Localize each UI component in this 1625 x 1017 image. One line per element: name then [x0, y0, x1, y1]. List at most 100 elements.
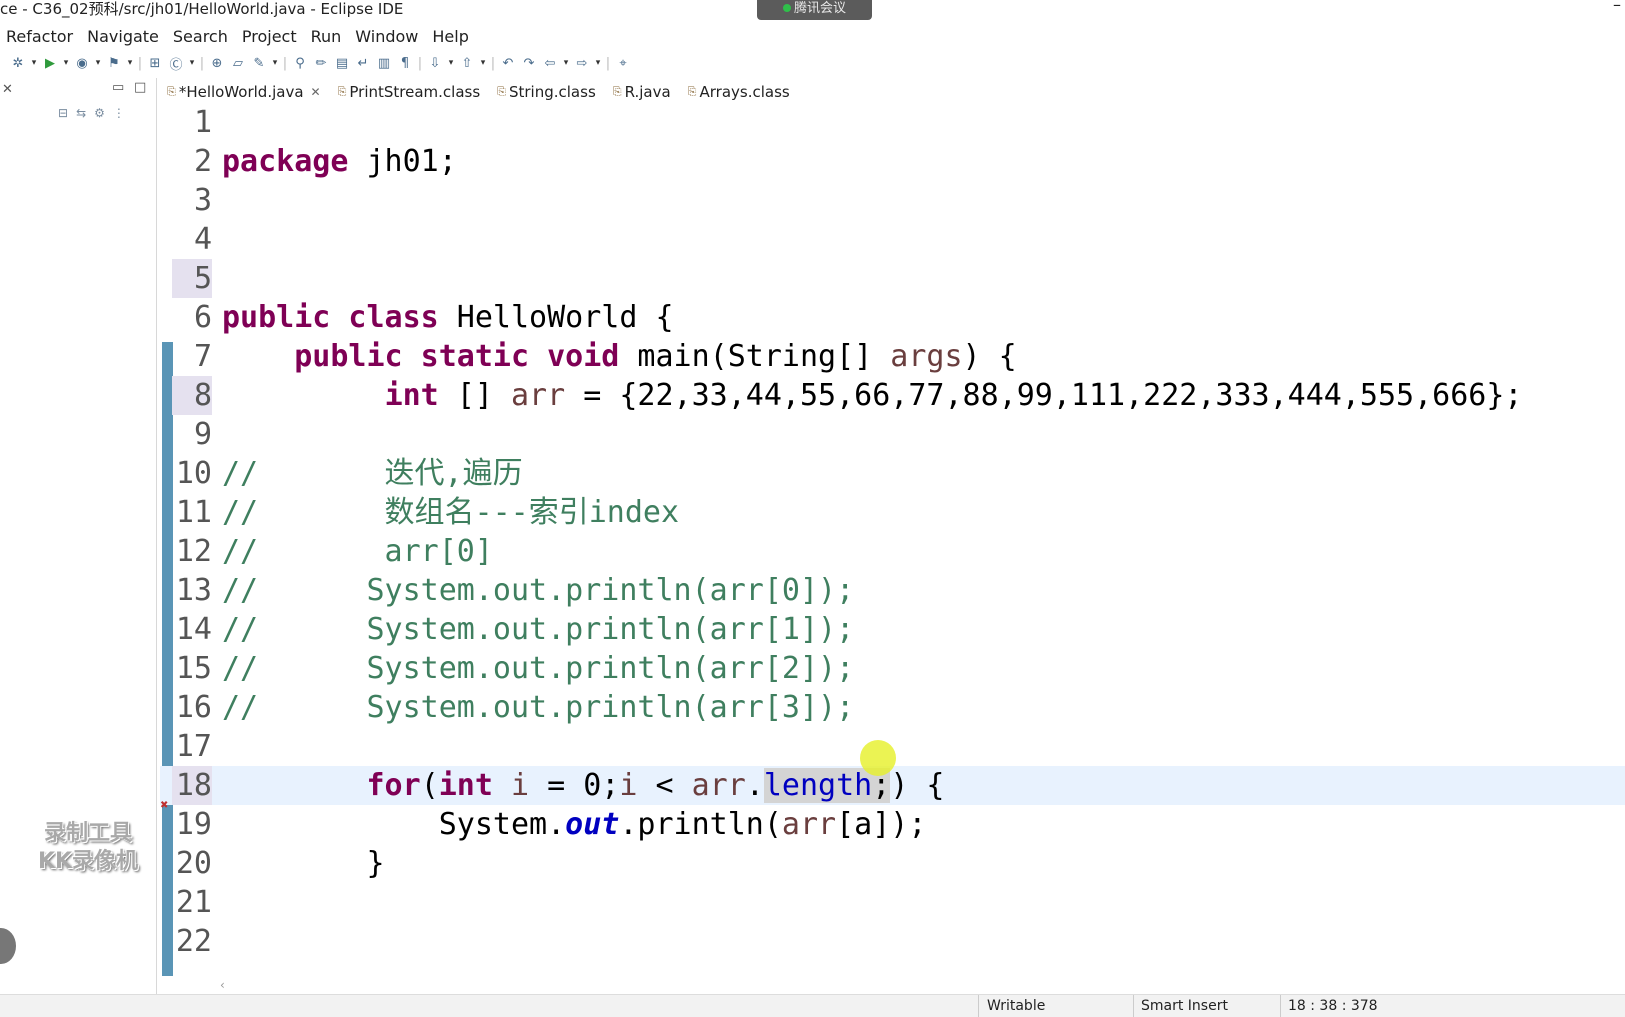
show-whitespace-icon[interactable]: ▥ [374, 53, 394, 73]
editor-tab[interactable]: ⎘ String.class [490, 78, 606, 106]
close-icon[interactable]: ✕ [2, 82, 13, 97]
code-text[interactable]: int [] arr = {22,33,44,55,66,77,88,99,11… [222, 376, 1523, 415]
editor-tab[interactable]: ⎘ PrintStream.class [331, 78, 491, 106]
scroll-handle[interactable] [0, 928, 16, 964]
external-tools-icon[interactable]: ⚑ [104, 53, 124, 73]
code-text[interactable]: for(int i = 0;i < arr.length;) { [222, 766, 945, 805]
minimize-view-icon[interactable]: ▭ [112, 80, 124, 95]
code-editor[interactable]: 1 2 package jh01; 3 4 5 6 public class HelloWor… [160, 106, 1625, 976]
code-text[interactable]: // System.out.println(arr[1]); [222, 610, 854, 649]
code-line[interactable]: 21 [160, 883, 1625, 922]
dropdown-arrow-icon[interactable]: ▾ [93, 53, 103, 73]
error-marker-icon[interactable]: ✖ [160, 800, 170, 811]
menu-search[interactable]: Search [166, 27, 235, 46]
code-line[interactable]: 12 // arr[0] [160, 532, 1625, 571]
maximize-view-icon[interactable]: □ [134, 80, 146, 95]
watermark-line: 录制工具 [43, 821, 132, 846]
code-text[interactable]: // System.out.println(arr[3]); [222, 688, 854, 727]
code-line[interactable]: 16 // System.out.println(arr[3]); [160, 688, 1625, 727]
toggle-block-icon[interactable]: ▤ [332, 53, 352, 73]
prev-annotation-icon[interactable]: ⇧ [457, 53, 477, 73]
code-text[interactable]: // arr[0] [222, 532, 493, 571]
code-line[interactable]: 7 public static void main(String[] args)… [160, 337, 1625, 376]
dropdown-arrow-icon[interactable]: ▾ [270, 53, 280, 73]
code-line[interactable]: 11 // 数组名---索引index [160, 493, 1625, 532]
meeting-indicator[interactable]: 腾讯会议 [757, 0, 872, 20]
new-class-icon[interactable]: Ⓒ [166, 53, 186, 73]
code-line[interactable]: 1 [160, 106, 1625, 142]
dropdown-arrow-icon[interactable]: ▾ [61, 53, 71, 73]
dropdown-arrow-icon[interactable]: ▾ [593, 53, 603, 73]
code-line[interactable]: 6 public class HelloWorld { [160, 298, 1625, 337]
code-text[interactable]: // 迭代,遍历 [222, 454, 523, 493]
coverage-icon[interactable]: ◉ [72, 53, 92, 73]
open-task-icon[interactable]: ✎ [249, 53, 269, 73]
debug-icon[interactable]: ✲ [8, 53, 28, 73]
code-text[interactable]: package jh01; [222, 142, 457, 181]
open-folder-icon[interactable]: ▱ [228, 53, 248, 73]
code-text[interactable]: // System.out.println(arr[2]); [222, 649, 854, 688]
link-editor-icon[interactable]: ⇆ [76, 106, 94, 120]
editor-tab-label: R.java [624, 83, 671, 101]
back-icon[interactable]: ⇦ [540, 53, 560, 73]
forward-icon[interactable]: ⇨ [572, 53, 592, 73]
code-line[interactable]: 19 System.out.println(arr[a]); [160, 805, 1625, 844]
code-line[interactable]: 20 } [160, 844, 1625, 883]
run-icon[interactable]: ▶ [40, 53, 60, 73]
code-line[interactable]: 18 for(int i = 0;i < arr.length;) { [160, 766, 1625, 805]
menu-refactor[interactable]: Refactor [0, 27, 80, 46]
code-line[interactable]: 8 int [] arr = {22,33,44,55,66,77,88,99,… [160, 376, 1625, 415]
open-type-icon[interactable]: ⊕ [207, 53, 227, 73]
code-text[interactable]: } [222, 844, 384, 883]
menu-project[interactable]: Project [235, 27, 304, 46]
code-line[interactable]: 15 // System.out.println(arr[2]); [160, 649, 1625, 688]
code-line[interactable]: 14 // System.out.println(arr[1]); [160, 610, 1625, 649]
code-text[interactable]: // System.out.println(arr[0]); [222, 571, 854, 610]
menu-window[interactable]: Window [348, 27, 425, 46]
editor-tab[interactable]: ⎘ *HelloWorld.java ✕ [160, 78, 331, 106]
line-number: 2 [193, 144, 212, 179]
new-package-icon[interactable]: ⊞ [145, 53, 165, 73]
pin-editor-icon[interactable]: ⌖ [613, 53, 633, 73]
toolbar-separator: | [417, 55, 423, 71]
editor-tab[interactable]: ⎘ R.java [606, 78, 681, 106]
menu-help[interactable]: Help [425, 27, 475, 46]
close-tab-icon[interactable]: ✕ [311, 85, 321, 99]
menu-navigate[interactable]: Navigate [80, 27, 166, 46]
word-wrap-icon[interactable]: ↵ [353, 53, 373, 73]
horizontal-scroll-left-icon[interactable]: ‹ [220, 978, 225, 992]
editor-tab[interactable]: ⎘ Arrays.class [681, 78, 800, 106]
dropdown-arrow-icon[interactable]: ▾ [478, 53, 488, 73]
collapse-all-icon[interactable]: ⊟ [58, 106, 76, 120]
last-edit-icon[interactable]: ↶ [498, 53, 518, 73]
next-annotation-icon[interactable]: ⇩ [425, 53, 445, 73]
menu-run[interactable]: Run [304, 27, 349, 46]
code-line[interactable]: 9 [160, 415, 1625, 454]
view-menu-icon[interactable]: ⋮ [113, 106, 133, 120]
dropdown-arrow-icon[interactable]: ▾ [446, 53, 456, 73]
pilcrow-icon[interactable]: ¶ [395, 53, 415, 73]
code-text[interactable]: System.out.println(arr[a]); [222, 805, 927, 844]
code-line[interactable]: 13 // System.out.println(arr[0]); [160, 571, 1625, 610]
dropdown-arrow-icon[interactable]: ▾ [187, 53, 197, 73]
line-number: 15 [175, 651, 212, 686]
code-text[interactable]: // 数组名---索引index [222, 493, 679, 532]
code-text[interactable]: public static void main(String[] args) { [222, 337, 1016, 376]
search-icon[interactable]: ⚲ [290, 53, 310, 73]
dropdown-arrow-icon[interactable]: ▾ [29, 53, 39, 73]
code-line[interactable]: 3 [160, 181, 1625, 220]
minimize-button[interactable]: – [1613, 0, 1621, 14]
code-line[interactable]: 22 [160, 922, 1625, 961]
code-text[interactable]: public class HelloWorld { [222, 298, 674, 337]
forward-edit-icon[interactable]: ↷ [519, 53, 539, 73]
dropdown-arrow-icon[interactable]: ▾ [125, 53, 135, 73]
mark-occurrences-icon[interactable]: ✏ [311, 53, 331, 73]
code-line[interactable]: 2 package jh01; [160, 142, 1625, 181]
insert-mode-status[interactable]: Smart Insert [1141, 998, 1228, 1014]
code-line[interactable]: 10 // 迭代,遍历 [160, 454, 1625, 493]
dropdown-arrow-icon[interactable]: ▾ [561, 53, 571, 73]
code-line[interactable]: 5 [160, 259, 1625, 298]
editor-tab-label: Arrays.class [699, 83, 790, 101]
code-line[interactable]: 4 [160, 220, 1625, 259]
filter-icon[interactable]: ⚙ [94, 106, 113, 120]
